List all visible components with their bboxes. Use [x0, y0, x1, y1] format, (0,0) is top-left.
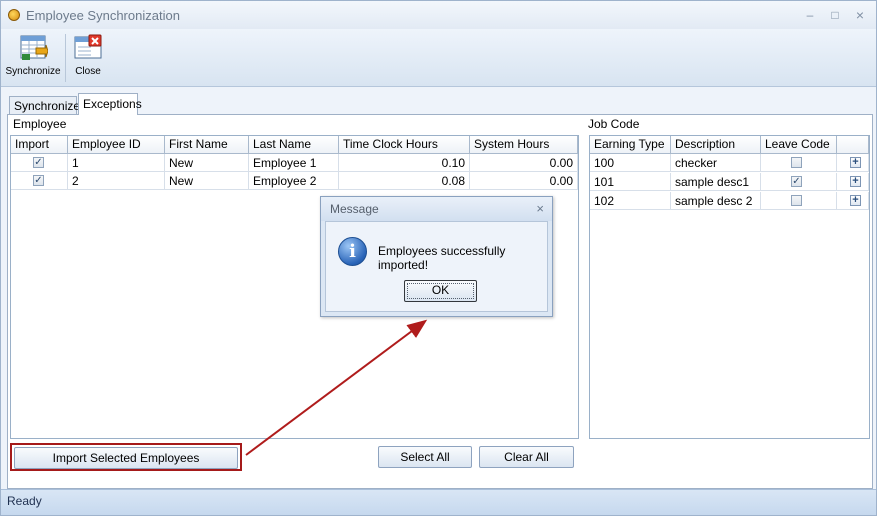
system-hours-cell: 0.00: [470, 154, 578, 172]
clear-all-button[interactable]: Clear All: [479, 446, 574, 468]
window-close-button[interactable]: ×: [852, 7, 868, 23]
close-label: Close: [75, 66, 101, 77]
dialog-message: Employees successfully imported!: [378, 244, 506, 272]
maximize-button[interactable]: □: [827, 7, 843, 23]
window-title: Employee Synchronization: [26, 8, 180, 23]
dialog-title: Message: [330, 202, 379, 216]
column-header[interactable]: Import: [11, 136, 68, 154]
earning-type-cell: 102: [590, 192, 671, 210]
ok-button[interactable]: OK: [404, 280, 477, 302]
plus-icon[interactable]: +: [850, 195, 861, 206]
earning-type-cell: 100: [590, 154, 671, 172]
toolbar: Synchronize Close: [1, 29, 876, 87]
column-header[interactable]: First Name: [165, 136, 249, 154]
dialog-body: i Employees successfully imported! OK: [325, 221, 548, 312]
earning-type-cell: 101: [590, 173, 671, 191]
column-header[interactable]: Last Name: [249, 136, 339, 154]
plus-icon[interactable]: +: [850, 176, 861, 187]
message-dialog: Message × i Employees successfully impor…: [320, 196, 553, 317]
leave-code-cell[interactable]: ✓: [761, 173, 837, 191]
tab-exceptions[interactable]: Exceptions: [78, 93, 142, 115]
checkbox-icon[interactable]: ✓: [33, 157, 44, 168]
column-header[interactable]: System Hours: [470, 136, 578, 154]
system-hours-cell: 0.00: [470, 172, 578, 190]
time-clock-hours-cell: 0.10: [339, 154, 470, 172]
minimize-button[interactable]: –: [802, 7, 818, 23]
expand-cell[interactable]: +: [837, 154, 869, 172]
expand-cell[interactable]: +: [837, 192, 869, 210]
column-header[interactable]: Earning Type: [590, 136, 671, 154]
employee-id-cell: 2: [68, 172, 165, 190]
description-cell: sample desc1: [671, 173, 761, 191]
leave-code-cell[interactable]: [761, 154, 837, 172]
column-header[interactable]: Leave Code: [761, 136, 837, 154]
checkbox-icon[interactable]: [791, 195, 802, 206]
synchronize-icon: [18, 34, 49, 62]
synchronize-label: Synchronize: [5, 66, 61, 77]
checkbox-icon[interactable]: [791, 157, 802, 168]
column-header: [837, 136, 869, 154]
status-text: Ready: [7, 494, 42, 508]
checkbox-icon[interactable]: ✓: [33, 175, 44, 186]
column-header[interactable]: Description: [671, 136, 761, 154]
first-name-cell: New: [165, 172, 249, 190]
column-header[interactable]: Employee ID: [68, 136, 165, 154]
expand-cell[interactable]: +: [837, 173, 869, 191]
employee-group-label: Employee: [13, 117, 67, 131]
checkbox-icon[interactable]: ✓: [791, 176, 802, 187]
employee-id-cell: 1: [68, 154, 165, 172]
description-cell: checker: [671, 154, 761, 172]
first-name-cell: New: [165, 154, 249, 172]
toolbar-separator: [65, 34, 66, 82]
import-selected-employees-button[interactable]: Import Selected Employees: [14, 447, 238, 469]
info-icon: i: [338, 237, 367, 266]
column-header[interactable]: Time Clock Hours: [339, 136, 470, 154]
synchronize-button[interactable]: Synchronize: [5, 32, 61, 84]
leave-code-cell[interactable]: [761, 192, 837, 210]
last-name-cell: Employee 2: [249, 172, 339, 190]
select-all-button[interactable]: Select All: [378, 446, 472, 468]
time-clock-hours-cell: 0.08: [339, 172, 470, 190]
import-cell[interactable]: ✓: [11, 154, 68, 172]
job-code-grid[interactable]: Earning Type Description Leave Code 100 …: [589, 135, 870, 439]
import-cell[interactable]: ✓: [11, 172, 68, 190]
plus-icon[interactable]: +: [850, 157, 861, 168]
close-icon: [73, 34, 103, 62]
description-cell: sample desc 2: [671, 192, 761, 210]
dialog-title-bar[interactable]: Message ×: [321, 197, 552, 221]
job-code-group-label: Job Code: [588, 117, 640, 131]
close-button[interactable]: Close: [69, 32, 107, 84]
last-name-cell: Employee 1: [249, 154, 339, 172]
tab-synchronize[interactable]: Synchronize: [9, 96, 80, 114]
app-icon: [8, 9, 20, 21]
title-bar[interactable]: Employee Synchronization – □ ×: [1, 1, 876, 29]
ok-button-focus: [407, 283, 474, 299]
dialog-close-button[interactable]: ×: [536, 201, 544, 216]
status-bar: Ready: [1, 489, 876, 515]
